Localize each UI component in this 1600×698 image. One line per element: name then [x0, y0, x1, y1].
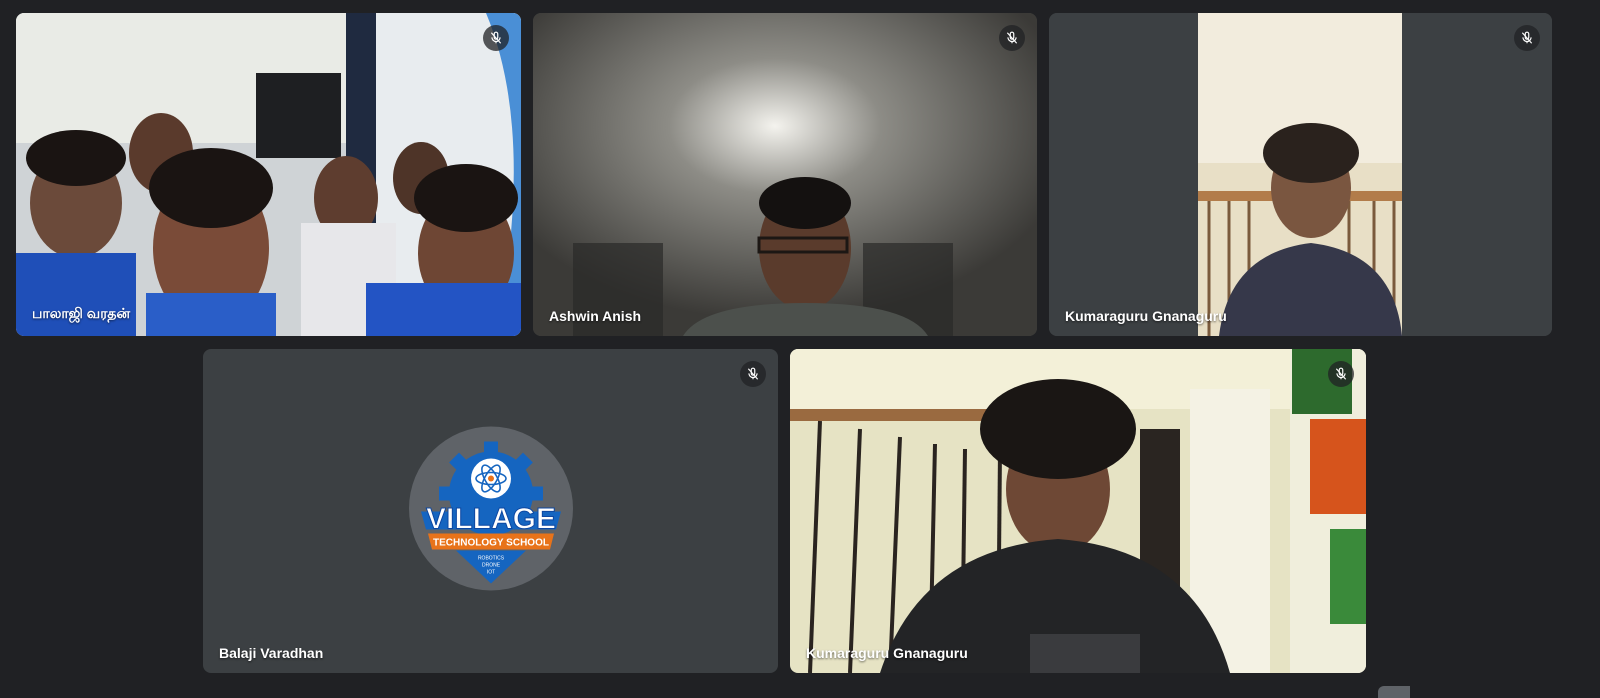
- mic-off-icon: [1514, 25, 1540, 51]
- meeting-grid: பாலாஜி வரதன் Ashwin Anish Kumaraguru Gna…: [0, 0, 1600, 698]
- svg-text:IOT: IOT: [486, 570, 494, 576]
- logo-title: VILLAGE: [425, 503, 555, 536]
- svg-text:DRONE: DRONE: [481, 563, 500, 569]
- mic-off-icon: [999, 25, 1025, 51]
- participant-video-3: [1049, 13, 1552, 336]
- overflow-indicator: [1378, 686, 1410, 698]
- mic-off-icon: [483, 25, 509, 51]
- participant-tile-2[interactable]: Ashwin Anish: [533, 13, 1037, 336]
- participant-name: Balaji Varadhan: [219, 645, 324, 661]
- participant-video-2: [533, 13, 1037, 336]
- mic-off-icon: [740, 361, 766, 387]
- participant-tile-4[interactable]: VILLAGE TECHNOLOGY SCHOOL ROBOTICS DRONE…: [203, 349, 778, 673]
- participant-tile-3[interactable]: Kumaraguru Gnanaguru: [1049, 13, 1552, 336]
- participant-video-5: [790, 349, 1366, 673]
- participant-name: Ashwin Anish: [549, 308, 642, 324]
- village-technology-school-logo: VILLAGE TECHNOLOGY SCHOOL ROBOTICS DRONE…: [406, 424, 576, 599]
- participant-tile-1[interactable]: பாலாஜி வரதன்: [16, 13, 521, 336]
- participant-video-1: [16, 13, 521, 336]
- participant-tile-5[interactable]: Kumaraguru Gnanaguru: [790, 349, 1366, 673]
- participant-name: பாலாஜி வரதன்: [32, 305, 131, 321]
- svg-text:ROBOTICS: ROBOTICS: [477, 556, 504, 562]
- logo-banner: TECHNOLOGY SCHOOL: [433, 538, 549, 549]
- participant-name: Kumaraguru Gnanaguru: [806, 645, 968, 661]
- mic-off-icon: [1328, 361, 1354, 387]
- participant-name: Kumaraguru Gnanaguru: [1065, 308, 1227, 324]
